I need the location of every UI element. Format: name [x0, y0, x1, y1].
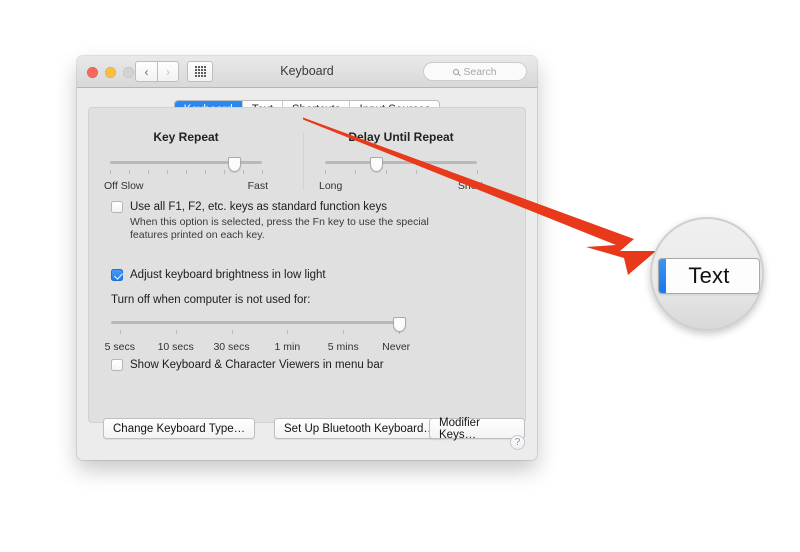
- fn-keys-option-row[interactable]: Use all F1, F2, etc. keys as standard fu…: [111, 200, 451, 242]
- timeout-slider[interactable]: [111, 317, 406, 339]
- fn-keys-label: Use all F1, F2, etc. keys as standard fu…: [130, 201, 387, 213]
- timeout-label-5-secs: 5 secs: [104, 341, 135, 353]
- fn-keys-checkbox[interactable]: [111, 201, 123, 213]
- set-up-bluetooth-keyboard-button[interactable]: Set Up Bluetooth Keyboard…: [274, 418, 445, 439]
- key-repeat-title: Key Repeat: [153, 130, 219, 144]
- magnifier-callout: Text: [650, 217, 764, 331]
- search-input[interactable]: Search: [423, 62, 527, 81]
- key-repeat-min-label: Off Slow: [104, 180, 144, 192]
- search-placeholder: Search: [463, 65, 497, 78]
- magnified-selected-tab-edge: [659, 259, 666, 293]
- delay-title: Delay Until Repeat: [348, 130, 454, 144]
- delay-min-label: Long: [319, 180, 343, 192]
- show-viewers-label: Show Keyboard & Character Viewers in men…: [130, 359, 384, 371]
- timeout-thumb[interactable]: [392, 317, 406, 332]
- change-keyboard-type-button[interactable]: Change Keyboard Type…: [103, 418, 256, 439]
- show-viewers-checkbox[interactable]: [111, 359, 123, 371]
- adjust-brightness-checkbox[interactable]: [111, 269, 123, 281]
- key-repeat-labels: Off Slow Fast: [104, 180, 268, 194]
- timeout-title: Turn off when computer is not used for:: [111, 294, 311, 306]
- timeout-label-30-secs: 30 secs: [213, 341, 250, 353]
- timeout-labels: 5 secs 10 secs 30 secs 1 min 5 mins Neve…: [105, 341, 411, 355]
- keyboard-preferences-window: ‹ › Keyboard Search Keyboard Text Shortc…: [77, 56, 537, 460]
- keyboard-settings-panel: Key Repeat Off Slow Fast Delay Until Rep…: [88, 107, 526, 441]
- delay-ticks: [325, 170, 478, 175]
- modifier-keys-button[interactable]: Modifier Keys…: [429, 417, 525, 441]
- delay-track: [325, 161, 477, 164]
- delay-slider[interactable]: [325, 157, 478, 179]
- key-repeat-group: Key Repeat Off Slow Fast: [96, 130, 276, 194]
- timeout-track: [111, 321, 405, 324]
- timeout-label-never: Never: [382, 341, 411, 353]
- search-icon: [453, 68, 460, 75]
- timeout-label-1-min: 1 min: [274, 341, 301, 353]
- window-titlebar: ‹ › Keyboard Search: [77, 56, 537, 88]
- delay-max-label: Short: [457, 180, 483, 192]
- adjust-brightness-label: Adjust keyboard brightness in low light: [130, 269, 326, 281]
- key-repeat-max-label: Fast: [247, 180, 268, 192]
- delay-labels: Long Short: [319, 180, 483, 194]
- slider-row: Key Repeat Off Slow Fast Delay Until Rep…: [89, 130, 525, 196]
- key-repeat-ticks: [110, 170, 263, 175]
- timeout-ticks: [111, 330, 405, 335]
- fn-keys-description-line1: When this option is selected, press the …: [130, 216, 429, 228]
- timeout-label-5-mins: 5 mins: [327, 341, 359, 353]
- brightness-timeout-block: Turn off when computer is not used for: …: [105, 294, 411, 355]
- delay-until-repeat-group: Delay Until Repeat Long Short: [311, 130, 491, 194]
- key-repeat-slider[interactable]: [110, 157, 263, 179]
- fn-keys-description-line2: features printed on each key.: [130, 229, 265, 241]
- slider-divider: [303, 132, 304, 190]
- timeout-label-10-secs: 10 secs: [157, 341, 194, 353]
- magnified-tab-label: Text: [688, 263, 730, 288]
- help-button[interactable]: ?: [510, 435, 525, 450]
- show-viewers-option-row[interactable]: Show Keyboard & Character Viewers in men…: [111, 358, 384, 372]
- adjust-brightness-option-row[interactable]: Adjust keyboard brightness in low light: [111, 268, 326, 282]
- magnified-text-tab: Text: [658, 258, 760, 294]
